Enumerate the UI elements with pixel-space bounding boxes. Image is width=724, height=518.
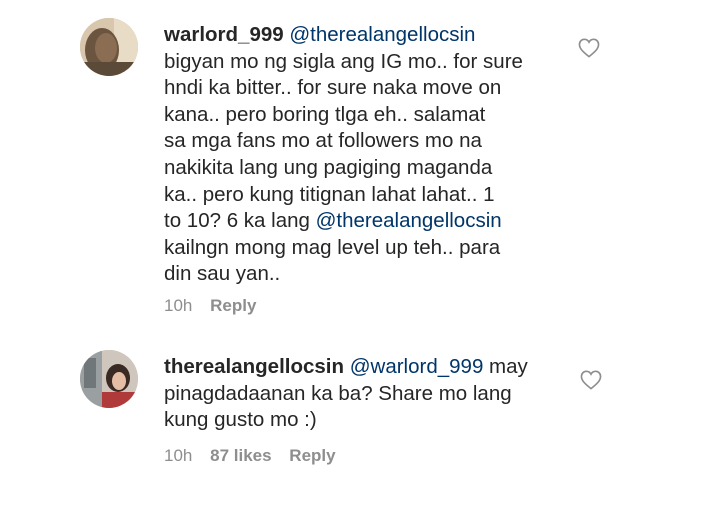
comment-timestamp: 10h	[164, 296, 193, 315]
reply-button[interactable]: Reply	[210, 296, 256, 315]
comment-text: warlord_999 @therealangellocsin bigyan m…	[164, 22, 564, 288]
comment-mention[interactable]: @therealangellocsin	[316, 209, 502, 232]
like-button[interactable]	[578, 38, 600, 58]
comment-line: hndi ka bitter.. for sure naka move on	[164, 76, 502, 100]
heart-outline-icon	[580, 370, 602, 390]
comment-text: therealangellocsin @warlord_999 may pina…	[164, 354, 564, 434]
comment-line: kung gusto mo :)	[164, 408, 317, 432]
comment-line: kana.. pero boring tlga eh.. salamat	[164, 102, 486, 126]
comment-mention[interactable]: @warlord_999	[350, 355, 484, 378]
avatar[interactable]	[80, 18, 138, 76]
comment-line: bigyan mo ng sigla ang IG mo.. for sure	[164, 49, 523, 73]
comment-line: kailngn mong mag level up teh.. para	[164, 235, 501, 259]
comment-meta: 10h 87 likes Reply	[164, 446, 349, 466]
comment-username[interactable]: therealangellocsin	[164, 355, 344, 378]
comment-mention[interactable]: @therealangellocsin	[289, 23, 475, 46]
avatar[interactable]	[80, 350, 138, 408]
comment-line: may	[483, 355, 528, 378]
comment-line: nakikita lang ung pagiging maganda	[164, 155, 493, 179]
heart-outline-icon	[578, 38, 600, 58]
likes-count[interactable]: 87 likes	[210, 446, 271, 465]
comment-line: din sau yan..	[164, 262, 281, 286]
comment-meta: 10h Reply	[164, 296, 269, 316]
comment-line: to 10? 6 ka lang	[164, 209, 316, 233]
comment-line: sa mga fans mo at followers mo na	[164, 129, 482, 153]
comment-line: pinagdadaanan ka ba? Share mo lang	[164, 381, 512, 405]
comment-line: ka.. pero kung titignan lahat lahat.. 1	[164, 182, 495, 206]
comment-username[interactable]: warlord_999	[164, 23, 284, 46]
like-button[interactable]	[580, 370, 602, 390]
comment-timestamp: 10h	[164, 446, 193, 465]
reply-button[interactable]: Reply	[289, 446, 335, 465]
